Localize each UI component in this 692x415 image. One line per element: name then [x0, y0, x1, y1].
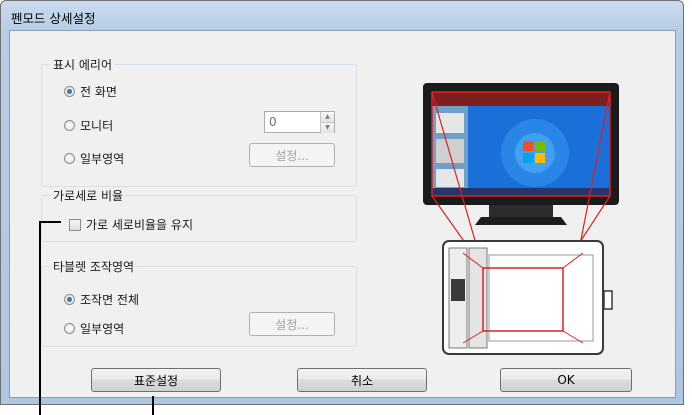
keep-aspect-ratio-box[interactable]	[69, 218, 81, 231]
radio-tablet-partial-label: 일부영역	[80, 322, 125, 336]
keep-aspect-ratio-label: 가로 세로비율을 유지	[86, 218, 193, 232]
leader-line-horizontal	[39, 221, 61, 223]
spinner-down-icon[interactable]: ▼	[321, 122, 334, 133]
tablet-area-group: 타블렛 조작영역 조작면 전체 일부영역 설정...	[41, 258, 357, 347]
radio-monitor[interactable]: 모니터	[64, 117, 113, 134]
spinner-up-icon[interactable]: ▲	[321, 112, 334, 122]
radio-partial-area-indicator[interactable]	[64, 153, 75, 164]
display-area-group: 표시 에리어 전 화면 모니터 0 ▲ ▼ 일부영역 설정...	[41, 56, 357, 187]
aspect-ratio-group: 가로세로 비율 가로 세로비율을 유지	[41, 187, 357, 242]
tablet-area-settings-button[interactable]: 설정...	[249, 312, 335, 336]
cancel-button[interactable]: 취소	[297, 368, 427, 392]
ok-button[interactable]: OK	[500, 368, 632, 392]
tablet-icon	[442, 240, 613, 355]
window-title: 펜모드 상세설정	[11, 11, 96, 26]
mapping-illustration	[423, 83, 619, 355]
radio-partial-area[interactable]: 일부영역	[64, 150, 124, 167]
display-area-legend: 표시 에리어	[50, 56, 116, 73]
radio-tablet-partial[interactable]: 일부영역	[64, 320, 124, 337]
radio-whole-surface-label: 조작면 전체	[80, 293, 140, 307]
radio-partial-area-label: 일부영역	[80, 152, 125, 166]
radio-monitor-label: 모니터	[80, 119, 114, 133]
radio-full-screen-label: 전 화면	[80, 85, 117, 99]
radio-whole-surface[interactable]: 조작면 전체	[64, 291, 139, 308]
keep-aspect-ratio-checkbox[interactable]: 가로 세로비율을 유지	[69, 216, 193, 233]
dialog-client-area: 표시 에리어 전 화면 모니터 0 ▲ ▼ 일부영역 설정... 가로세로 비율…	[9, 30, 676, 398]
radio-whole-surface-indicator[interactable]	[64, 294, 75, 305]
radio-monitor-indicator[interactable]	[64, 120, 75, 131]
leader-line-left	[39, 221, 41, 415]
leader-line-center	[152, 396, 154, 415]
dialog-window: 펜모드 상세설정 표시 에리어 전 화면 모니터 0 ▲ ▼ 일부영역 설정..…	[0, 0, 684, 405]
display-area-settings-button[interactable]: 설정...	[249, 143, 335, 167]
defaults-button[interactable]: 표준설정	[91, 368, 221, 392]
monitor-number-value: 0	[269, 115, 277, 129]
title-bar[interactable]: 펜모드 상세설정	[1, 1, 683, 31]
radio-tablet-partial-indicator[interactable]	[64, 323, 75, 334]
radio-full-screen-indicator[interactable]	[64, 86, 75, 97]
radio-full-screen[interactable]: 전 화면	[64, 83, 117, 100]
monitor-number-spinner[interactable]: 0 ▲ ▼	[264, 111, 335, 133]
monitor-icon	[423, 83, 619, 225]
aspect-ratio-legend: 가로세로 비율	[50, 187, 127, 204]
tablet-area-legend: 타블렛 조작영역	[50, 258, 138, 275]
